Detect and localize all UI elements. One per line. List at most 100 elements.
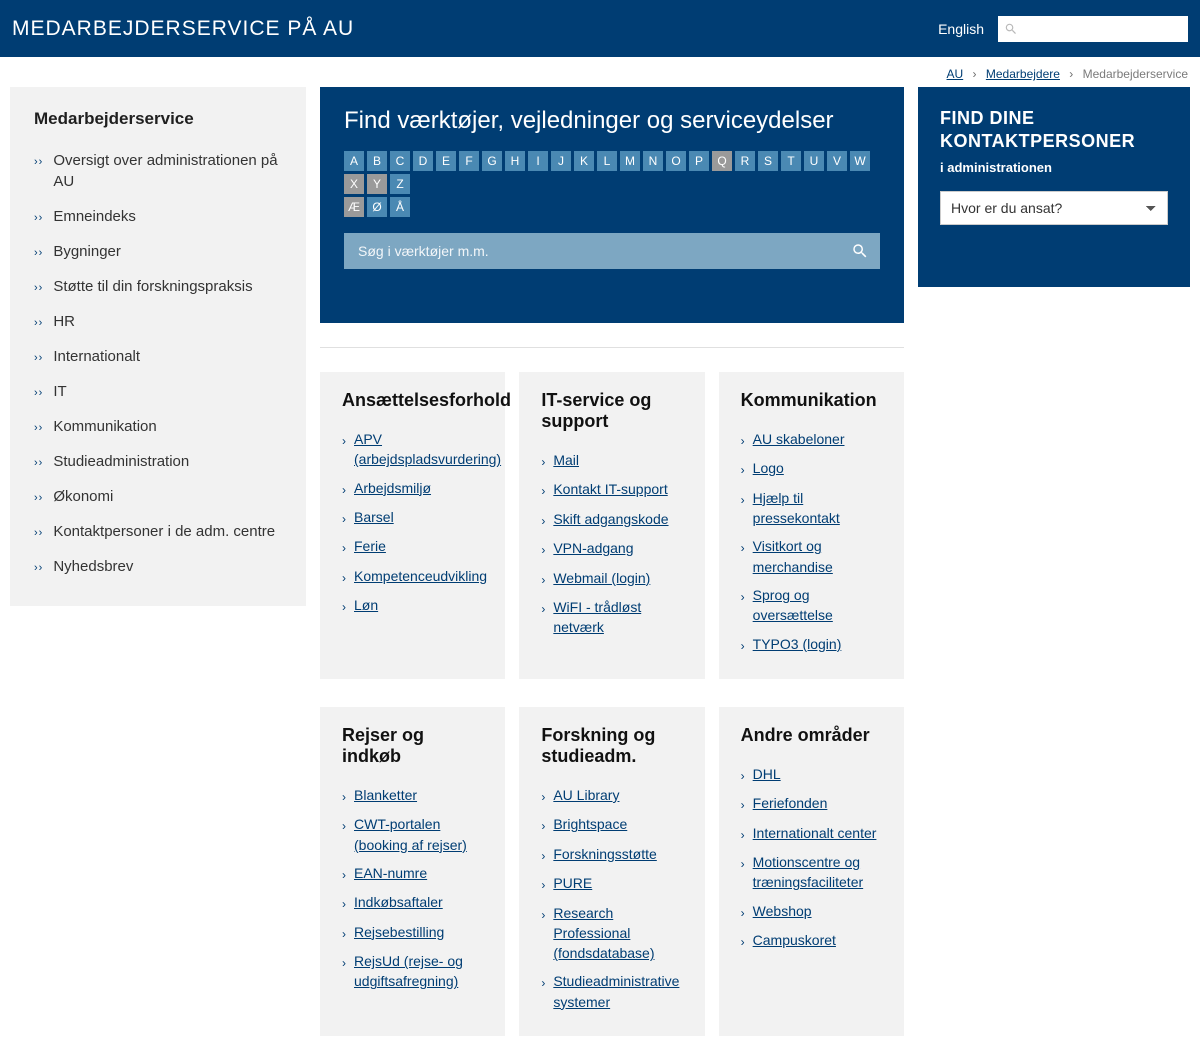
card-link[interactable]: APV (arbejdspladsvurdering) bbox=[354, 429, 501, 470]
sidebar-item[interactable]: ››IT bbox=[34, 374, 282, 409]
sidebar-item-link[interactable]: Kommunikation bbox=[53, 416, 156, 437]
card-link[interactable]: Internationalt center bbox=[753, 823, 877, 843]
card-link[interactable]: Studieadministrative systemer bbox=[553, 971, 682, 1012]
card-link[interactable]: Løn bbox=[354, 595, 378, 615]
card-item: ›Feriefonden bbox=[741, 789, 882, 818]
alpha-letter[interactable]: N bbox=[643, 151, 663, 171]
breadcrumb-current: Medarbejderservice bbox=[1083, 67, 1188, 81]
alpha-letter[interactable]: R bbox=[735, 151, 755, 171]
card-item: ›Løn bbox=[342, 591, 483, 620]
card-item: ›Webmail (login) bbox=[541, 564, 682, 593]
contacts-select[interactable]: Hvor er du ansat? bbox=[940, 191, 1168, 225]
sidebar-item[interactable]: ››HR bbox=[34, 304, 282, 339]
sidebar-item[interactable]: ››Kommunikation bbox=[34, 409, 282, 444]
alpha-letter[interactable]: L bbox=[597, 151, 617, 171]
alpha-letter[interactable]: B bbox=[367, 151, 387, 171]
card-link[interactable]: Arbejdsmiljø bbox=[354, 478, 431, 498]
card-link[interactable]: CWT-portalen (booking af rejser) bbox=[354, 814, 483, 855]
breadcrumb-link[interactable]: Medarbejdere bbox=[986, 67, 1060, 81]
sidebar-item-link[interactable]: Nyhedsbrev bbox=[53, 556, 133, 577]
sidebar-item-link[interactable]: IT bbox=[53, 381, 66, 402]
card-link[interactable]: Sprog og oversættelse bbox=[753, 585, 882, 626]
card-link[interactable]: DHL bbox=[753, 764, 781, 784]
alpha-letter[interactable]: E bbox=[436, 151, 456, 171]
sidebar-item-link[interactable]: Økonomi bbox=[53, 486, 113, 507]
card-link[interactable]: Skift adgangskode bbox=[553, 509, 668, 529]
alpha-letter[interactable]: O bbox=[666, 151, 686, 171]
alpha-letter[interactable]: Å bbox=[390, 197, 410, 217]
card-link[interactable]: Brightspace bbox=[553, 814, 627, 834]
card-link[interactable]: Indkøbsaftaler bbox=[354, 892, 443, 912]
card-link[interactable]: Hjælp til pressekontakt bbox=[753, 488, 882, 529]
sidebar-item[interactable]: ››Studieadministration bbox=[34, 444, 282, 479]
card-link[interactable]: AU skabeloner bbox=[753, 429, 845, 449]
sidebar-item[interactable]: ››Bygninger bbox=[34, 234, 282, 269]
sidebar-item-link[interactable]: Oversigt over administrationen på AU bbox=[53, 150, 282, 192]
sidebar-item[interactable]: ››Emneindeks bbox=[34, 199, 282, 234]
alpha-letter[interactable]: S bbox=[758, 151, 778, 171]
card-link[interactable]: TYPO3 (login) bbox=[753, 634, 842, 654]
sidebar-item[interactable]: ››Økonomi bbox=[34, 479, 282, 514]
sidebar-item-link[interactable]: Studieadministration bbox=[53, 451, 189, 472]
alpha-letter[interactable]: I bbox=[528, 151, 548, 171]
alpha-letter[interactable]: V bbox=[827, 151, 847, 171]
sidebar-item[interactable]: ››Støtte til din forskningspraksis bbox=[34, 269, 282, 304]
find-search-button[interactable] bbox=[840, 233, 880, 269]
alpha-letter[interactable]: W bbox=[850, 151, 870, 171]
alpha-letter[interactable]: H bbox=[505, 151, 525, 171]
alpha-letter[interactable]: P bbox=[689, 151, 709, 171]
alpha-letter[interactable]: T bbox=[781, 151, 801, 171]
card-link[interactable]: Logo bbox=[753, 458, 784, 478]
card-link[interactable]: Kompetenceudvikling bbox=[354, 566, 487, 586]
sidebar-item-link[interactable]: Bygninger bbox=[53, 241, 121, 262]
card-link[interactable]: Research Professional (fondsdatabase) bbox=[553, 903, 682, 964]
card-link[interactable]: Feriefonden bbox=[753, 793, 828, 813]
card-link[interactable]: WiFI - trådløst netværk bbox=[553, 597, 682, 638]
alpha-letter[interactable]: J bbox=[551, 151, 571, 171]
card-link[interactable]: Ferie bbox=[354, 536, 386, 556]
card-link[interactable]: Kontakt IT-support bbox=[553, 479, 667, 499]
card-link[interactable]: Mail bbox=[553, 450, 579, 470]
alpha-letter[interactable]: A bbox=[344, 151, 364, 171]
card-link[interactable]: AU Library bbox=[553, 785, 619, 805]
sidebar-item[interactable]: ››Kontaktpersoner i de adm. centre bbox=[34, 514, 282, 549]
sidebar-item-link[interactable]: Internationalt bbox=[53, 346, 140, 367]
header-search-input[interactable] bbox=[998, 16, 1188, 42]
find-search-input[interactable] bbox=[344, 233, 880, 269]
sidebar-item-link[interactable]: HR bbox=[53, 311, 75, 332]
alpha-letter[interactable]: G bbox=[482, 151, 502, 171]
card-link[interactable]: EAN-numre bbox=[354, 863, 427, 883]
sidebar-item-link[interactable]: Støtte til din forskningspraksis bbox=[53, 276, 252, 297]
card-link[interactable]: Forskningsstøtte bbox=[553, 844, 656, 864]
alpha-letter[interactable]: D bbox=[413, 151, 433, 171]
alpha-letter[interactable]: Z bbox=[390, 174, 410, 194]
card-item: ›Campuskoret bbox=[741, 926, 882, 955]
card-link[interactable]: Visitkort og merchandise bbox=[753, 536, 882, 577]
alpha-letter[interactable]: M bbox=[620, 151, 640, 171]
card-link[interactable]: Motionscentre og træningsfaciliteter bbox=[753, 852, 882, 893]
sidebar-item-link[interactable]: Emneindeks bbox=[53, 206, 136, 227]
alpha-letter[interactable]: U bbox=[804, 151, 824, 171]
card-link[interactable]: Webshop bbox=[753, 901, 812, 921]
card-link[interactable]: VPN-adgang bbox=[553, 538, 633, 558]
language-link[interactable]: English bbox=[938, 21, 984, 37]
card-link[interactable]: RejsUd (rejse- og udgiftsafregning) bbox=[354, 951, 483, 992]
card-link[interactable]: PURE bbox=[553, 873, 592, 893]
card-link[interactable]: Campuskoret bbox=[753, 930, 836, 950]
card-link[interactable]: Rejsebestilling bbox=[354, 922, 444, 942]
sidebar-item[interactable]: ›› Nyhedsbrev bbox=[34, 549, 282, 584]
alpha-letter[interactable]: F bbox=[459, 151, 479, 171]
sidebar-item[interactable]: ››Internationalt bbox=[34, 339, 282, 374]
chevron-double-icon: ›› bbox=[34, 556, 43, 576]
card-link[interactable]: Blanketter bbox=[354, 785, 417, 805]
alpha-letter[interactable]: C bbox=[390, 151, 410, 171]
sidebar-item[interactable]: ››Oversigt over administrationen på AU bbox=[34, 143, 282, 199]
card-link[interactable]: Barsel bbox=[354, 507, 394, 527]
alpha-letter[interactable]: K bbox=[574, 151, 594, 171]
sidebar-item-link[interactable]: Kontaktpersoner i de adm. centre bbox=[53, 521, 275, 542]
card-link[interactable]: Webmail (login) bbox=[553, 568, 650, 588]
alpha-letter[interactable]: Ø bbox=[367, 197, 387, 217]
breadcrumb-link[interactable]: AU bbox=[947, 67, 964, 81]
card-item: ›Mail bbox=[541, 446, 682, 475]
chevron-right-icon: › bbox=[541, 785, 545, 806]
